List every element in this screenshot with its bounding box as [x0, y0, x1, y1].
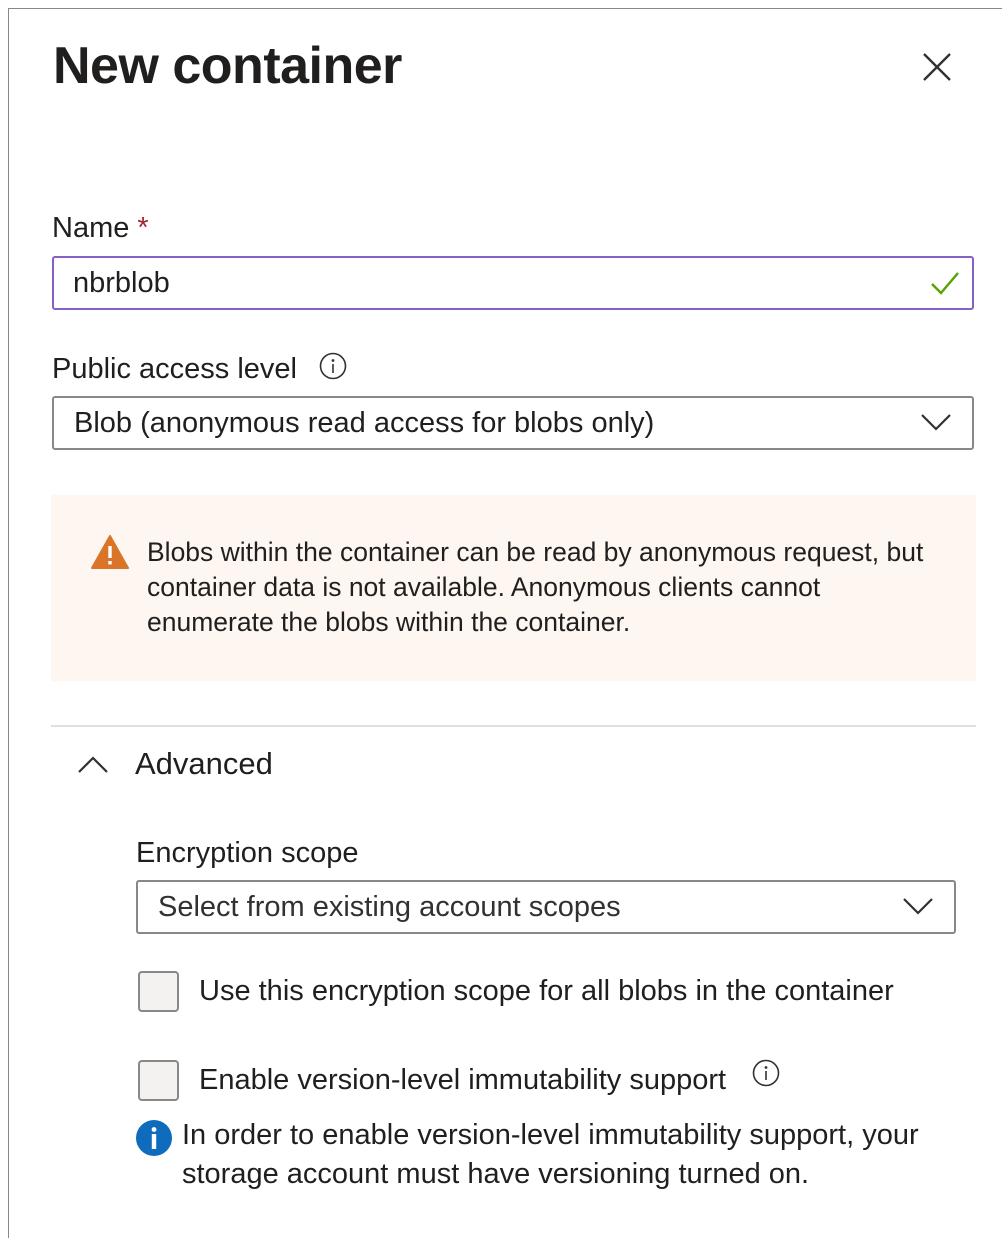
info-filled-icon	[136, 1120, 172, 1156]
immutability-checkbox-label: Enable version-level immutability suppor…	[199, 1059, 780, 1098]
advanced-label: Advanced	[135, 746, 273, 781]
name-input-box	[52, 256, 974, 310]
use-scope-checkbox-label[interactable]: Use this encryption scope for all blobs …	[199, 973, 894, 1009]
warning-message-bar: Blobs within the container can be read b…	[51, 495, 976, 681]
versioning-info-text: In order to enable version-level immutab…	[182, 1119, 919, 1190]
advanced-toggle[interactable]: Advanced	[76, 746, 273, 782]
encryption-scope-label: Encryption scope	[136, 837, 359, 869]
access-level-selected: Blob (anonymous read access for blobs on…	[74, 406, 655, 439]
use-scope-checkbox[interactable]	[138, 971, 179, 1012]
chevron-down-icon	[921, 414, 951, 431]
close-icon	[923, 53, 951, 81]
immutability-checkbox[interactable]	[138, 1060, 179, 1101]
section-divider	[51, 725, 976, 727]
access-level-label: Public access level	[52, 351, 347, 389]
check-icon	[931, 272, 959, 295]
close-button[interactable]	[916, 46, 958, 88]
name-input[interactable]	[54, 258, 895, 308]
info-circle-icon[interactable]	[319, 352, 347, 389]
name-label: Name *	[52, 210, 149, 246]
info-circle-icon[interactable]	[752, 1059, 780, 1096]
encryption-scope-placeholder: Select from existing account scopes	[158, 890, 621, 923]
name-label-text: Name	[52, 212, 130, 244]
chevron-down-icon	[903, 898, 933, 915]
required-marker: *	[137, 212, 149, 244]
immutability-checkbox-label-text[interactable]: Enable version-level immutability suppor…	[199, 1064, 726, 1096]
encryption-scope-dropdown[interactable]: Select from existing account scopes	[136, 880, 956, 934]
page-title: New container	[53, 37, 402, 95]
warning-text: Blobs within the container can be read b…	[147, 537, 924, 637]
chevron-up-icon	[78, 756, 108, 773]
warning-triangle-icon	[91, 535, 129, 569]
access-level-dropdown[interactable]: Blob (anonymous read access for blobs on…	[52, 396, 974, 450]
access-level-label-text: Public access level	[52, 353, 297, 385]
